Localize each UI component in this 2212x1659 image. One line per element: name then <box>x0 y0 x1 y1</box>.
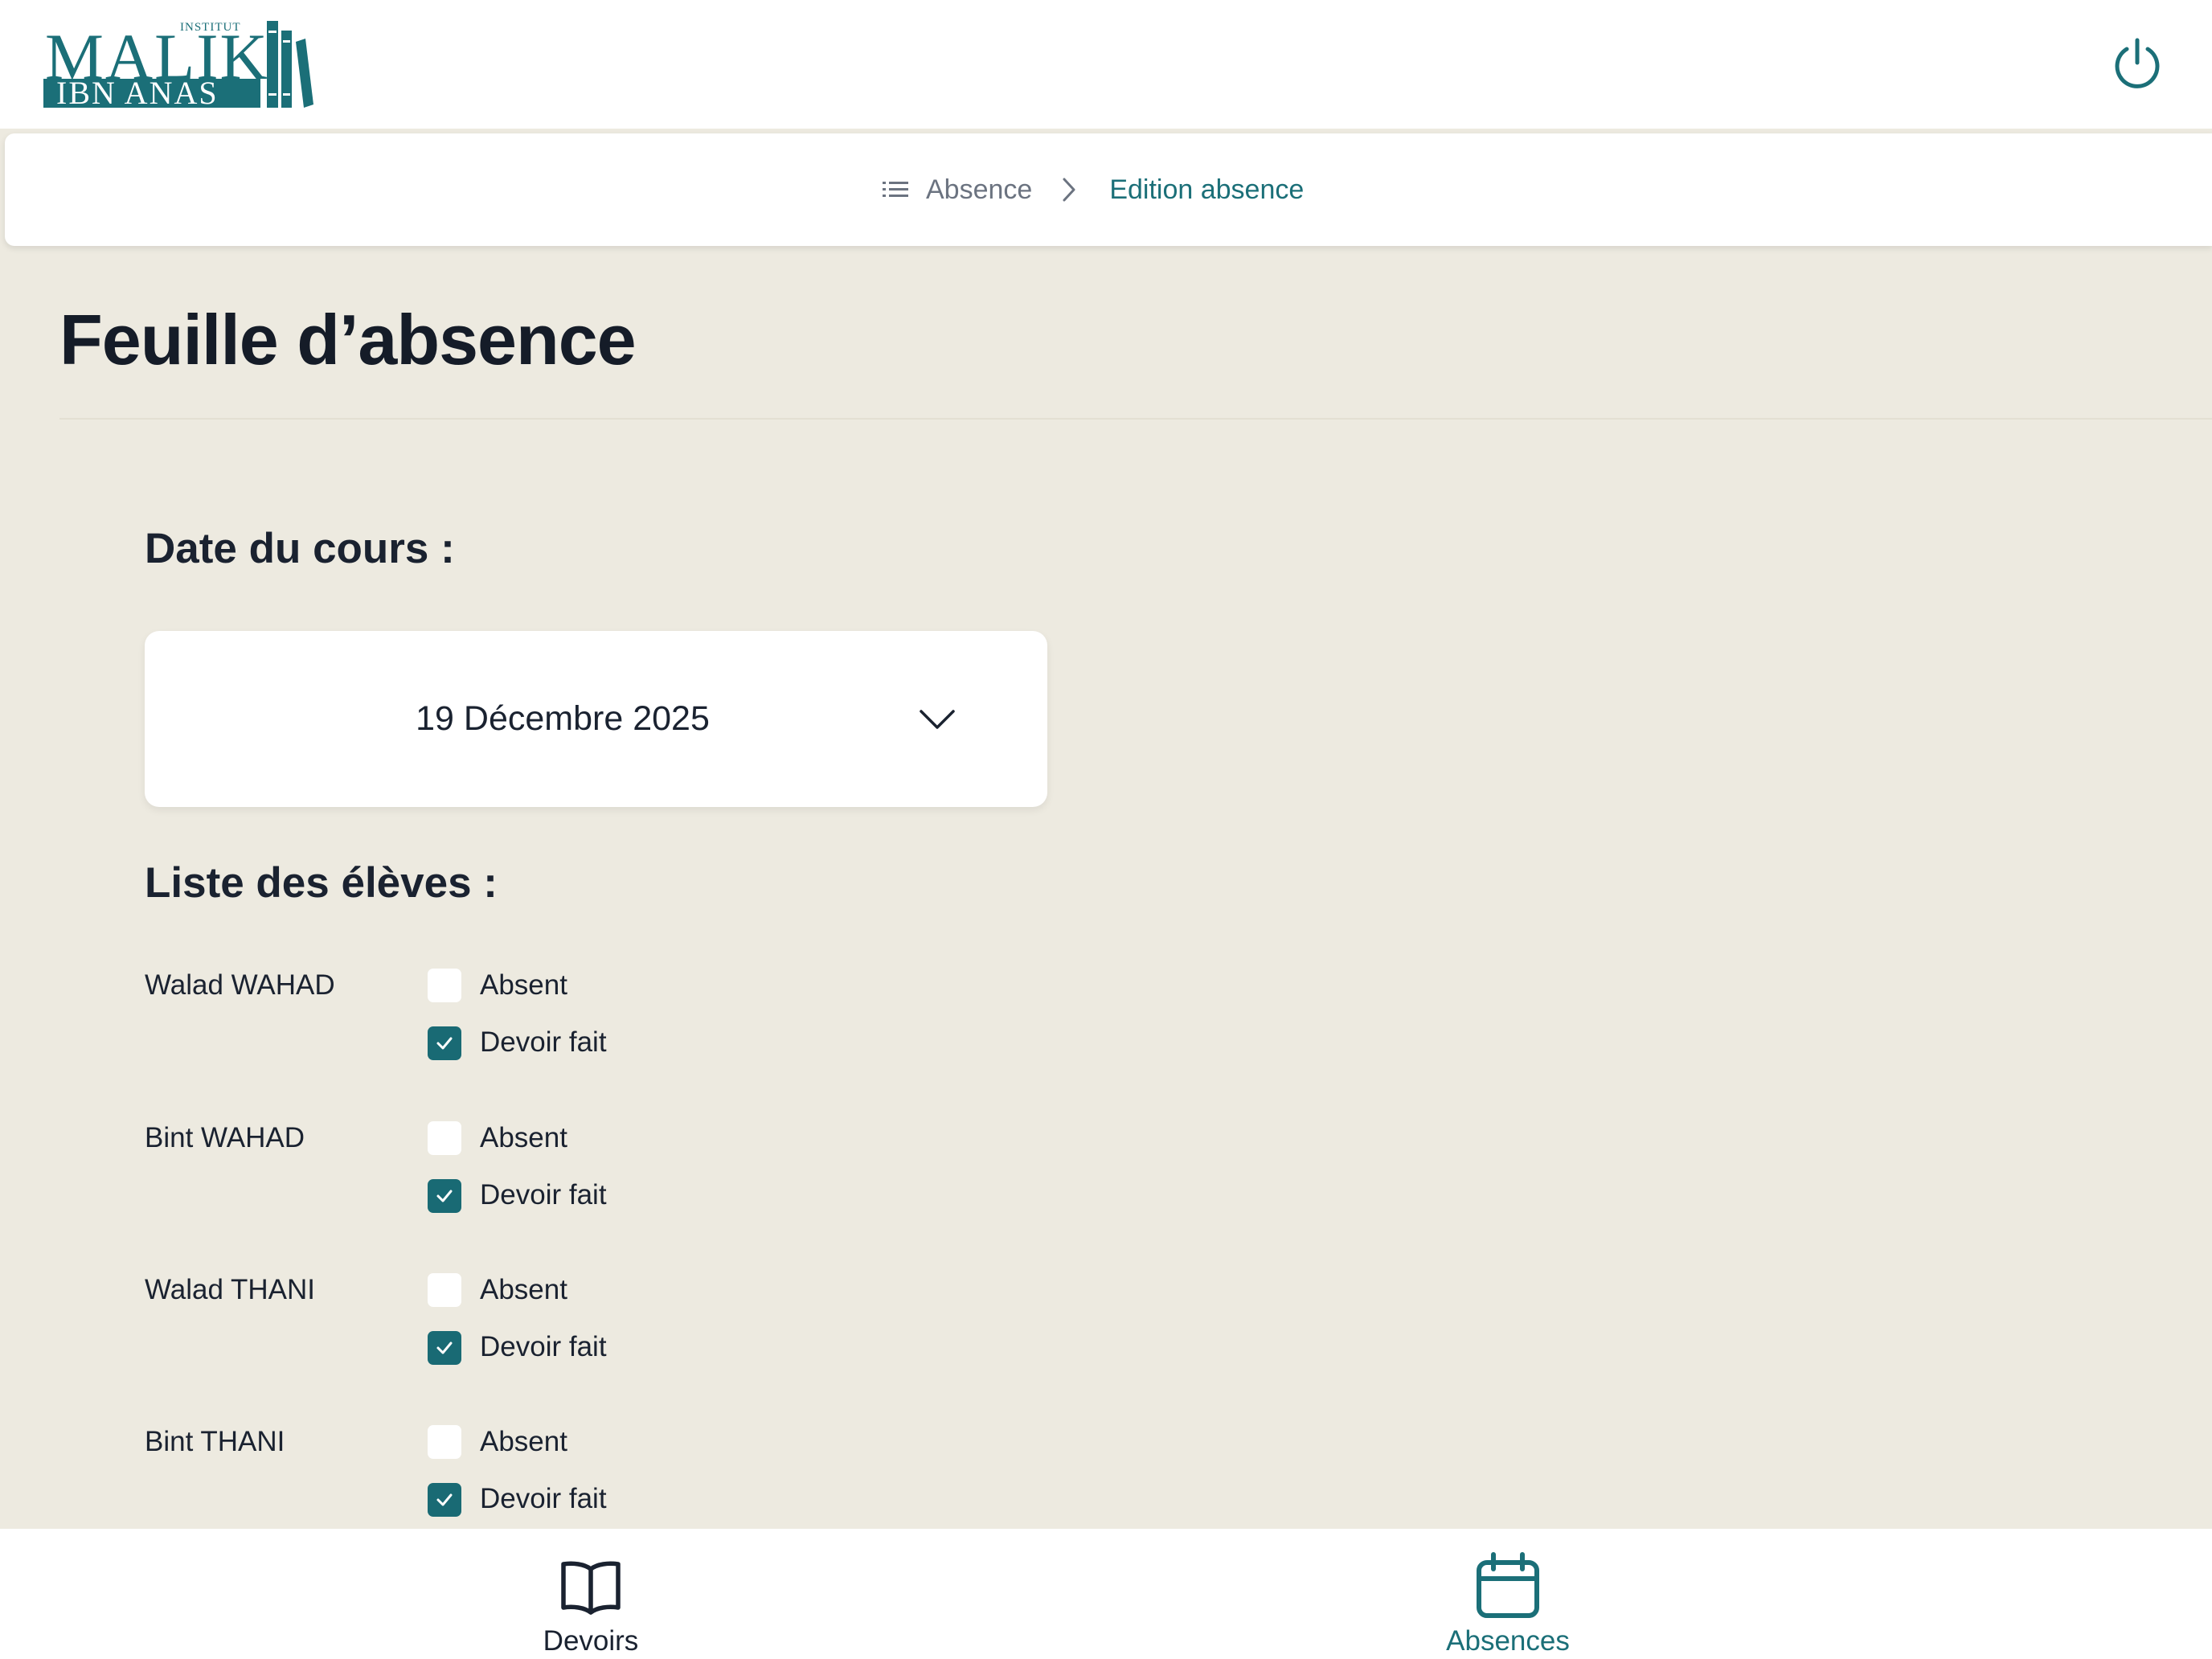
breadcrumb-absence-link[interactable]: Absence <box>883 174 1032 206</box>
checkmark-icon <box>436 1037 453 1050</box>
nav-tab-absences-label: Absences <box>1446 1625 1570 1657</box>
date-select[interactable]: 19 Décembre 2025 <box>145 631 1047 807</box>
date-section-label: Date du cours : <box>145 525 455 572</box>
breadcrumb-absence-label: Absence <box>926 174 1033 205</box>
devoir-fait-label: Devoir fait <box>480 1026 607 1058</box>
devoir-fait-label: Devoir fait <box>480 1483 607 1514</box>
breadcrumb: Absence Edition absence <box>883 133 1304 246</box>
absent-checkbox[interactable] <box>428 1425 461 1459</box>
checkmark-icon <box>436 1342 453 1354</box>
logout-button[interactable] <box>2106 32 2169 95</box>
power-icon <box>2115 38 2160 88</box>
top-bar: INSTITUT MALIK IBN ANAS <box>0 0 2212 129</box>
nav-tab-absences[interactable]: Absences <box>1347 1529 1669 1659</box>
devoir-fait-label: Devoir fait <box>480 1179 607 1210</box>
devoir-fait-checkbox[interactable] <box>428 1331 461 1365</box>
devoir-fait-label: Devoir fait <box>480 1331 607 1362</box>
app-root: INSTITUT MALIK IBN ANAS Absence Edition … <box>0 0 2212 1659</box>
absent-label: Absent <box>480 1274 567 1305</box>
absent-checkbox[interactable] <box>428 1121 461 1155</box>
logo-ibn-anas-text: IBN ANAS <box>56 75 219 111</box>
absent-checkbox[interactable] <box>428 969 461 1002</box>
absent-label: Absent <box>480 1122 567 1153</box>
title-divider <box>59 418 2212 420</box>
student-name: Walad THANI <box>145 1274 315 1305</box>
calendar-icon <box>1477 1552 1539 1618</box>
student-name: Bint WAHAD <box>145 1122 305 1153</box>
book-icon <box>561 1561 621 1615</box>
chevron-right-icon <box>1063 178 1075 202</box>
student-name: Walad WAHAD <box>145 969 335 1001</box>
absent-label: Absent <box>480 969 567 1001</box>
devoir-fait-checkbox[interactable] <box>428 1179 461 1213</box>
student-name: Bint THANI <box>145 1426 285 1457</box>
breadcrumb-bar: Absence Edition absence <box>5 133 2212 246</box>
checkmark-icon <box>436 1493 453 1506</box>
nav-tab-devoirs[interactable]: Devoirs <box>430 1529 752 1659</box>
breadcrumb-current: Edition absence <box>1109 174 1305 205</box>
bottom-nav: Devoirs Absences <box>0 1529 2212 1659</box>
students-section-label: Liste des élèves : <box>145 859 498 907</box>
absent-label: Absent <box>480 1426 567 1457</box>
logo: INSTITUT MALIK IBN ANAS <box>42 18 315 111</box>
chevron-down-icon <box>920 710 955 729</box>
logo-books-icon <box>267 21 313 108</box>
page-title: Feuille d’absence <box>59 300 637 379</box>
checkmark-icon <box>436 1190 453 1202</box>
absent-checkbox[interactable] <box>428 1273 461 1307</box>
date-select-value: 19 Décembre 2025 <box>416 699 710 738</box>
devoir-fait-checkbox[interactable] <box>428 1483 461 1517</box>
list-icon <box>883 182 908 197</box>
nav-tab-devoirs-label: Devoirs <box>543 1625 639 1657</box>
devoir-fait-checkbox[interactable] <box>428 1026 461 1060</box>
